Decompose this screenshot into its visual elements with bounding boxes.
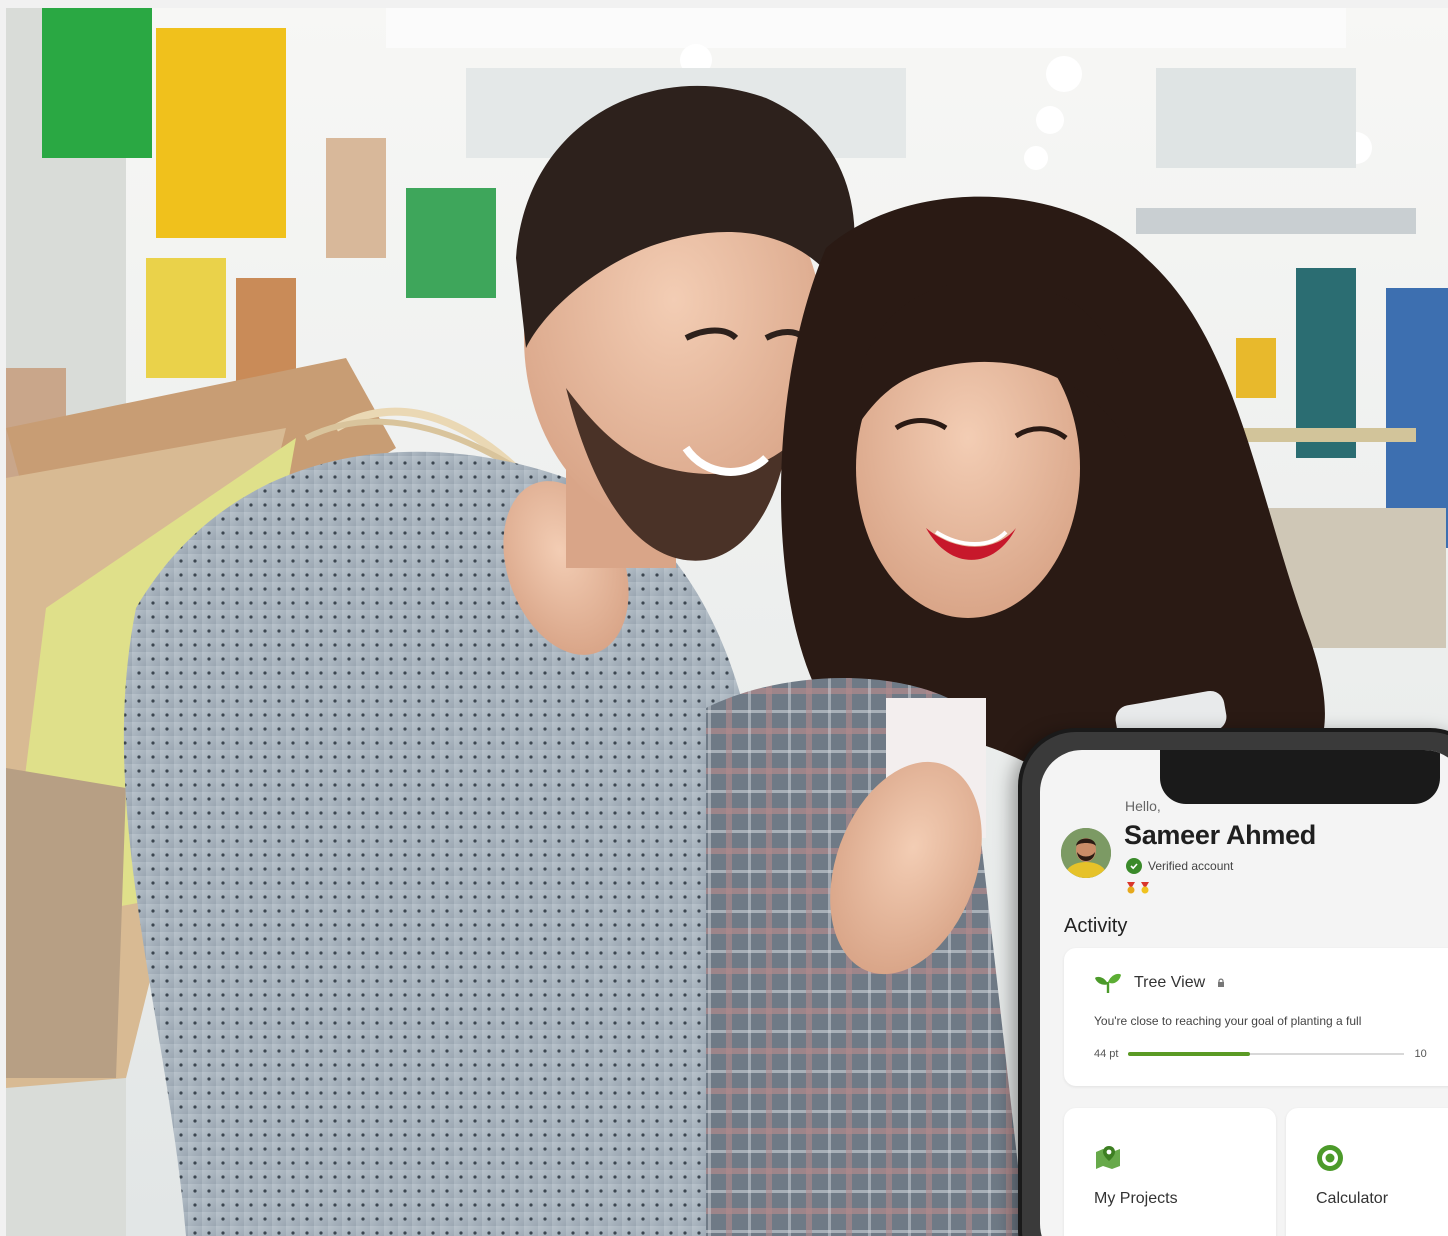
my-projects-label: My Projects — [1094, 1190, 1178, 1207]
verified-label: Verified account — [1148, 859, 1234, 873]
medal-icon — [1127, 882, 1135, 894]
avatar[interactable] — [1061, 828, 1111, 878]
phone-notch — [1160, 750, 1440, 804]
progress-track — [1128, 1052, 1405, 1056]
phone-bezel: Hello, Sameer Ahmed Verified account Act… — [1022, 732, 1448, 1236]
scene: Hello, Sameer Ahmed Verified account Act… — [0, 0, 1448, 1236]
tree-view-title: Tree View — [1134, 974, 1206, 991]
medal-badges — [1126, 882, 1150, 894]
sprout-icon — [1095, 973, 1121, 993]
points-max-label: 10 — [1414, 1048, 1427, 1060]
lock-icon — [1218, 978, 1225, 987]
progress-fill — [1128, 1052, 1250, 1056]
greeting-text: Hello, — [1125, 798, 1161, 814]
target-icon — [1317, 1145, 1343, 1171]
tree-view-card[interactable]: Tree View You're close to reaching your … — [1064, 948, 1448, 1086]
calculator-label: Calculator — [1316, 1190, 1389, 1207]
map-pin-icon — [1096, 1146, 1120, 1169]
calculator-tile[interactable]: Calculator — [1286, 1108, 1448, 1236]
tree-view-message: You're close to reaching your goal of pl… — [1094, 1014, 1362, 1028]
check-circle-icon — [1126, 858, 1142, 874]
avatar-image — [1061, 828, 1111, 878]
medal-icon — [1141, 882, 1149, 894]
phone-screen: Hello, Sameer Ahmed Verified account Act… — [1040, 750, 1448, 1236]
my-projects-tile[interactable]: My Projects — [1064, 1108, 1276, 1236]
activity-heading: Activity — [1064, 915, 1128, 937]
phone-mockup: Hello, Sameer Ahmed Verified account Act… — [1018, 728, 1448, 1236]
user-name: Sameer Ahmed — [1124, 820, 1316, 850]
points-label: 44 pt — [1094, 1048, 1119, 1060]
tree-view-header: Tree View — [1094, 972, 1225, 994]
tree-progress: 44 pt 10 — [1094, 1048, 1427, 1060]
verified-status: Verified account — [1126, 858, 1233, 874]
